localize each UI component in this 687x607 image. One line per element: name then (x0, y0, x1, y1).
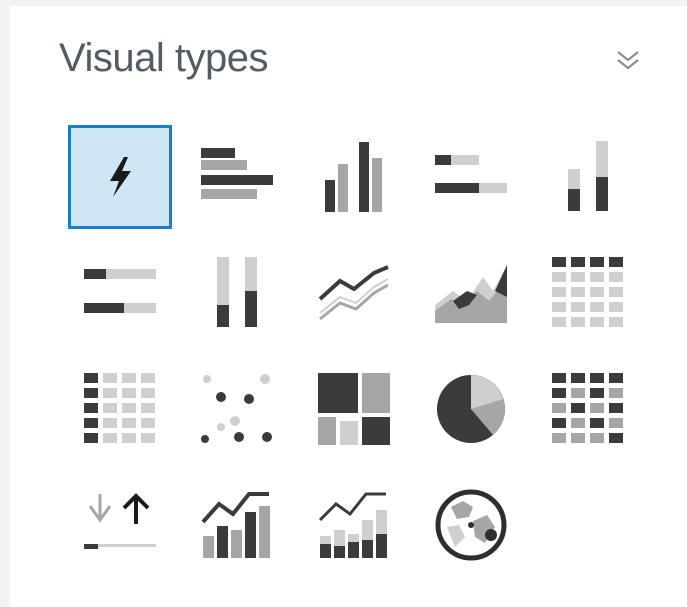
pie-chart-icon (437, 374, 506, 443)
vertical-stacked-100-bar-chart-icon (217, 257, 257, 327)
chevron-double-down-icon (617, 51, 639, 70)
vertical-bar-chart-icon (325, 142, 382, 212)
visual-type-combo-stacked-bar-line-chart[interactable] (302, 473, 406, 577)
visual-type-combo-bar-line-chart[interactable] (185, 473, 289, 577)
visual-type-pivot-table[interactable] (536, 241, 640, 345)
autograph-icon (110, 157, 131, 197)
visual-type-grid (68, 125, 640, 589)
combo-stacked-bar-line-chart-icon (318, 492, 387, 558)
visual-type-scatter-plot[interactable] (185, 357, 289, 461)
visual-type-vertical-stacked-bar-chart[interactable] (536, 125, 640, 229)
visual-type-table[interactable] (68, 357, 172, 461)
area-line-chart-icon (435, 265, 507, 323)
visual-type-line-chart[interactable] (302, 241, 406, 345)
kpi-icon (84, 493, 156, 549)
visual-type-horizontal-bar-chart[interactable] (185, 125, 289, 229)
pivot-table-icon (552, 257, 623, 327)
visual-type-vertical-bar-chart[interactable] (302, 125, 406, 229)
visual-type-tree-map[interactable] (302, 357, 406, 461)
panel-title: Visual types (59, 36, 268, 80)
visual-type-area-line-chart[interactable] (419, 241, 523, 345)
visual-type-autograph[interactable] (68, 125, 172, 229)
vertical-stacked-bar-chart-icon (568, 141, 608, 211)
visual-types-panel: Visual types (10, 6, 687, 607)
visual-type-kpi[interactable] (68, 473, 172, 577)
scatter-plot-icon (201, 374, 272, 443)
horizontal-stacked-bar-chart-icon (435, 155, 507, 193)
line-chart-icon (318, 265, 389, 321)
visual-type-heat-map[interactable] (536, 357, 640, 461)
visual-type-vertical-stacked-100-bar-chart[interactable] (185, 241, 289, 345)
geospatial-map-icon (435, 489, 507, 561)
visual-type-pie-chart[interactable] (419, 357, 523, 461)
table-icon (84, 373, 155, 443)
collapse-button[interactable] (608, 40, 648, 80)
horizontal-stacked-100-bar-chart-icon (84, 269, 156, 313)
visual-type-horizontal-stacked-bar-chart[interactable] (419, 125, 523, 229)
horizontal-bar-chart-icon (201, 148, 273, 199)
heat-map-icon (552, 373, 623, 443)
combo-bar-line-chart-icon (201, 492, 270, 558)
visual-type-horizontal-stacked-100-bar-chart[interactable] (68, 241, 172, 345)
visual-type-geospatial-map[interactable] (419, 473, 523, 577)
tree-map-icon (318, 373, 390, 445)
